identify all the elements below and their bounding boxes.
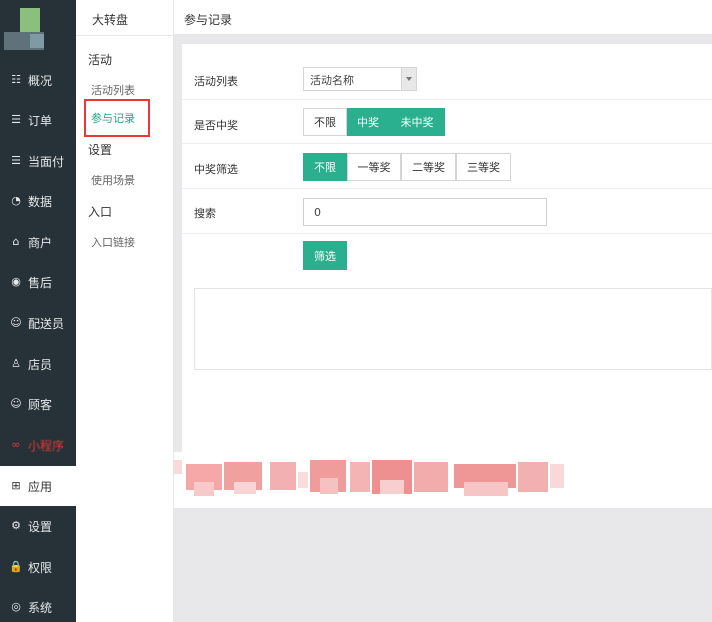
search-label: 搜索 [194,207,216,220]
customer-icon: ☺ [10,397,22,410]
plugin-title: 大转盘 [92,13,129,27]
nav-item-apps[interactable]: ⊞ 应用 [0,466,76,506]
nav-item-label: 权限 [28,560,53,575]
winning-option-not-won[interactable]: 未中奖 [389,108,445,136]
filter-row-winning: 是否中奖 不限 中奖 未中奖 [182,100,712,144]
nav-item-system[interactable]: ◎ 系统 [0,587,76,622]
page-header: 参与记录 [174,0,712,35]
obscured-region [174,452,712,508]
nav-item-label: 售后 [28,275,53,290]
nav-item-label: 小程序 [28,438,65,453]
nav-item-data[interactable]: ◔ 数据 [0,181,76,221]
search-input-value: 0 [314,206,321,219]
nav-item-label: 系统 [28,600,53,615]
nav-item-courier[interactable]: ☺ 配送员 [0,303,76,343]
data-icon: ◔ [11,194,21,207]
courier-icon: ☺ [10,316,22,329]
activity-select[interactable]: 活动名称 [303,67,417,91]
winning-option-won[interactable]: 中奖 [347,108,389,136]
divider [76,35,174,36]
main-content: 参与记录 活动列表 活动名称 是否中奖 不限 中奖 未中奖 中奖筛选 不限 一等… [174,0,712,622]
subnav-item-entry-link[interactable]: 入口链接 [91,234,135,250]
filter-submit-button[interactable]: 筛选 [303,241,347,270]
results-area [194,288,712,370]
nav-item-mini-program[interactable]: ∞ 小程序 [0,425,76,465]
nav-item-label: 商户 [28,235,53,250]
subnav-group-activity: 活动 [88,53,113,67]
subnav-group-settings: 设置 [88,143,113,157]
subnav-group-entry: 入口 [88,205,113,219]
nav-item-permissions[interactable]: 🔒 权限 [0,547,76,587]
subnav-item-activity-list[interactable]: 活动列表 [91,82,135,98]
activity-select-value: 活动名称 [310,74,354,87]
prize-option-first[interactable]: 一等奖 [347,153,401,181]
nav-item-merchant[interactable]: ⌂ 商户 [0,222,76,262]
filter-panel: 活动列表 活动名称 是否中奖 不限 中奖 未中奖 中奖筛选 不限 一等奖 二等奖… [182,44,712,452]
highlight-box [84,99,150,137]
after-sales-icon: ◉ [11,275,21,288]
nav-item-label: 应用 [28,479,53,494]
activity-label: 活动列表 [194,75,238,88]
nav-item-orders[interactable]: ☰ 订单 [0,100,76,140]
nav-item-label: 数据 [28,194,53,209]
face-pay-icon: ☰ [11,154,21,167]
search-input[interactable]: 0 [303,198,547,226]
prize-option-third[interactable]: 三等奖 [456,153,511,181]
secondary-sidebar: 大转盘 活动 活动列表 参与记录 设置 使用场景 入口 入口链接 [76,0,174,622]
page-title: 参与记录 [184,13,233,27]
clerk-icon: ♙ [11,357,21,370]
main-sidebar: ☷ 概况 ☰ 订单 ☰ 当面付 ◔ 数据 ⌂ 商户 ◉ 售后 ☺ 配送员 ♙ 店 [0,0,76,622]
prize-option-all[interactable]: 不限 [303,153,347,181]
nav-item-label: 订单 [28,113,53,128]
winning-label: 是否中奖 [194,119,238,132]
nav-item-after-sales[interactable]: ◉ 售后 [0,262,76,302]
nav-item-label: 配送员 [28,316,65,331]
filter-row-search: 搜索 0 [182,189,712,234]
winning-option-all[interactable]: 不限 [303,108,347,136]
filter-row-prize: 中奖筛选 不限 一等奖 二等奖 三等奖 [182,144,712,189]
nav-item-overview[interactable]: ☷ 概况 [0,60,76,100]
nav-item-label: 店员 [28,357,53,372]
app-logo [4,4,48,50]
nav-item-label: 当面付 [28,154,65,169]
lock-icon: 🔒 [9,560,23,573]
nav-item-face-pay[interactable]: ☰ 当面付 [0,141,76,181]
prize-option-second[interactable]: 二等奖 [401,153,456,181]
subnav-item-usage-scenario[interactable]: 使用场景 [91,172,135,188]
apps-icon: ⊞ [11,479,21,492]
app-window: ☷ 概况 ☰ 订单 ☰ 当面付 ◔ 数据 ⌂ 商户 ◉ 售后 ☺ 配送员 ♙ 店 [0,0,712,622]
mini-program-icon: ∞ [11,438,21,451]
order-icon: ☰ [11,113,21,126]
nav-item-settings[interactable]: ⚙ 设置 [0,506,76,546]
nav-item-label: 顾客 [28,397,53,412]
overview-icon: ☷ [11,73,21,86]
nav-item-customer[interactable]: ☺ 顾客 [0,384,76,424]
settings-icon: ⚙ [11,519,21,532]
nav-item-clerk[interactable]: ♙ 店员 [0,344,76,384]
chevron-down-icon [401,68,416,90]
merchant-icon: ⌂ [12,235,20,248]
prize-label: 中奖筛选 [194,163,238,176]
system-icon: ◎ [11,600,21,613]
nav-item-label: 概况 [28,73,53,88]
filter-row-activity: 活动列表 活动名称 [182,56,712,100]
nav-item-label: 设置 [28,519,53,534]
